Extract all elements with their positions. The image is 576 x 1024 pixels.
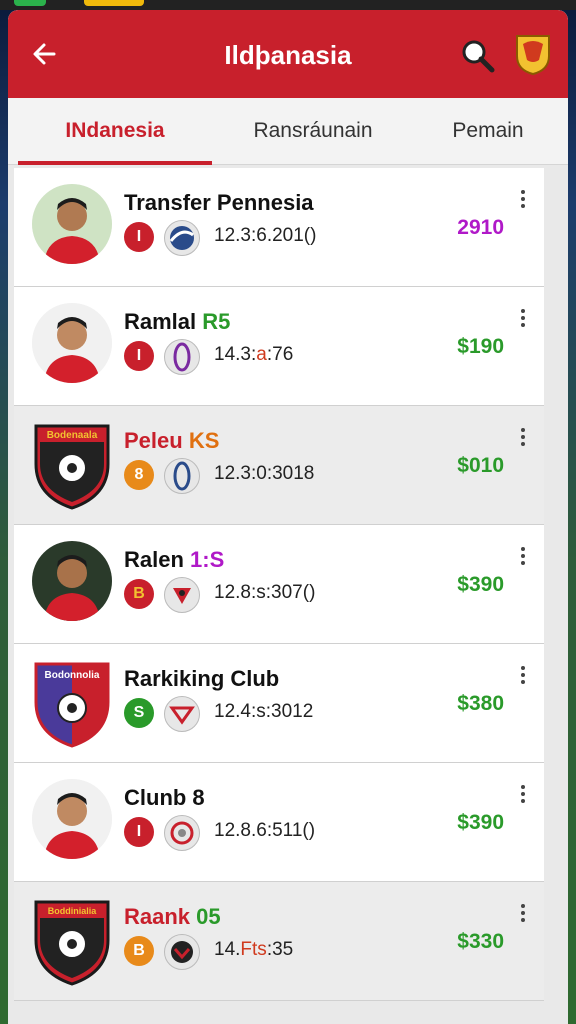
list-item[interactable]: Bodenaala Peleu KS 8 12.3:0:3018 $010 xyxy=(14,406,544,525)
club-logo-icon xyxy=(164,339,200,375)
transfer-date: 14.3:a:76 xyxy=(214,344,294,365)
app-bar: Ildþanasia xyxy=(8,10,568,98)
more-options-icon[interactable] xyxy=(518,545,528,569)
active-tab-indicator xyxy=(18,161,212,165)
status-badge: B xyxy=(124,936,154,966)
more-options-icon[interactable] xyxy=(518,664,528,688)
transfer-value: $010 xyxy=(457,454,504,477)
row-title: Transfer Pennesia xyxy=(124,190,314,215)
tab-pemain[interactable]: Pemain xyxy=(418,98,558,164)
list-item[interactable]: Clunb 8 I 12.8.6:511() $390 xyxy=(14,763,544,882)
status-badge: B xyxy=(124,579,154,609)
transfer-date: 14.Fts:35 xyxy=(214,939,294,960)
club-logo-icon xyxy=(164,934,200,970)
status-badge: I xyxy=(124,222,154,252)
player-avatar-icon xyxy=(32,303,112,383)
transfer-value: $330 xyxy=(457,930,504,953)
row-title: Ramlal R5 xyxy=(124,309,231,334)
row-title: Ralen 1:S xyxy=(124,547,225,572)
status-badge: 8 xyxy=(124,460,154,490)
transfer-value: $390 xyxy=(457,811,504,834)
tab-label: Ransráunain xyxy=(253,119,373,142)
club-crest-icon: Boddinialia xyxy=(34,900,110,986)
svg-text:Bodenaala: Bodenaala xyxy=(47,430,98,441)
tab-label: INdanesia xyxy=(65,119,165,142)
player-avatar-icon xyxy=(32,541,112,621)
tab-indonesia[interactable]: INdanesia xyxy=(18,98,212,165)
status-badge: S xyxy=(124,698,154,728)
club-logo-icon xyxy=(164,577,200,613)
more-options-icon[interactable] xyxy=(518,188,528,212)
status-indicator-yellow xyxy=(84,0,144,6)
list-item[interactable]: Bodonnolia Rarkiking Club S 12.4:s:3012 … xyxy=(14,644,544,763)
club-crest-icon: Bodenaala xyxy=(34,424,110,510)
status-badge: I xyxy=(124,341,154,371)
more-options-icon[interactable] xyxy=(518,902,528,926)
transfer-date: 12.8.6:511() xyxy=(214,820,316,841)
tab-ranking[interactable]: Ransráunain xyxy=(228,98,398,164)
team-crest-icon[interactable] xyxy=(513,32,553,76)
player-avatar-icon xyxy=(32,184,112,264)
more-options-icon[interactable] xyxy=(518,307,528,331)
row-title: Raank 05 xyxy=(124,904,221,929)
club-logo-icon xyxy=(164,696,200,732)
tab-label: Pemain xyxy=(452,119,524,142)
status-bar xyxy=(0,0,576,10)
more-options-icon[interactable] xyxy=(518,783,528,807)
search-icon[interactable] xyxy=(458,36,498,76)
club-logo-icon xyxy=(164,815,200,851)
transfer-date: 12.3:6.201() xyxy=(214,225,317,246)
row-title: Clunb 8 xyxy=(124,785,205,810)
more-options-icon[interactable] xyxy=(518,426,528,450)
transfer-value: 2910 xyxy=(457,216,504,239)
list-item[interactable]: Ralen 1:S B 12.8:s:307() $390 xyxy=(14,525,544,644)
club-crest-icon: Bodonnolia xyxy=(34,662,110,748)
tab-bar: INdanesia Ransráunain Pemain xyxy=(8,98,568,165)
status-indicator-green xyxy=(14,0,46,6)
transfer-value: $390 xyxy=(457,573,504,596)
list-item[interactable]: Boddinialia Raank 05 B 14.Fts:35 $330 xyxy=(14,882,544,1001)
transfer-value: $190 xyxy=(457,335,504,358)
transfer-date: 12.8:s:307() xyxy=(214,582,316,603)
list-item[interactable]: Ramlal R5 I 14.3:a:76 $190 xyxy=(14,287,544,406)
list-item[interactable]: Transfer Pennesia I 12.3:6.201() 2910 xyxy=(14,168,544,287)
row-title: Peleu KS xyxy=(124,428,220,453)
status-badge: I xyxy=(124,817,154,847)
club-logo-icon xyxy=(164,458,200,494)
transfer-date: 12.4:s:3012 xyxy=(214,701,314,722)
svg-text:Boddinialia: Boddinialia xyxy=(48,906,97,916)
club-logo-icon xyxy=(164,220,200,256)
svg-text:Bodonnolia: Bodonnolia xyxy=(45,670,100,681)
player-avatar-icon xyxy=(32,779,112,859)
transfer-date: 12.3:0:3018 xyxy=(214,463,315,484)
transfer-value: $380 xyxy=(457,692,504,715)
transfer-list: Transfer Pennesia I 12.3:6.201() 2910 Ra… xyxy=(14,168,544,1001)
row-title: Rarkiking Club xyxy=(124,666,280,691)
